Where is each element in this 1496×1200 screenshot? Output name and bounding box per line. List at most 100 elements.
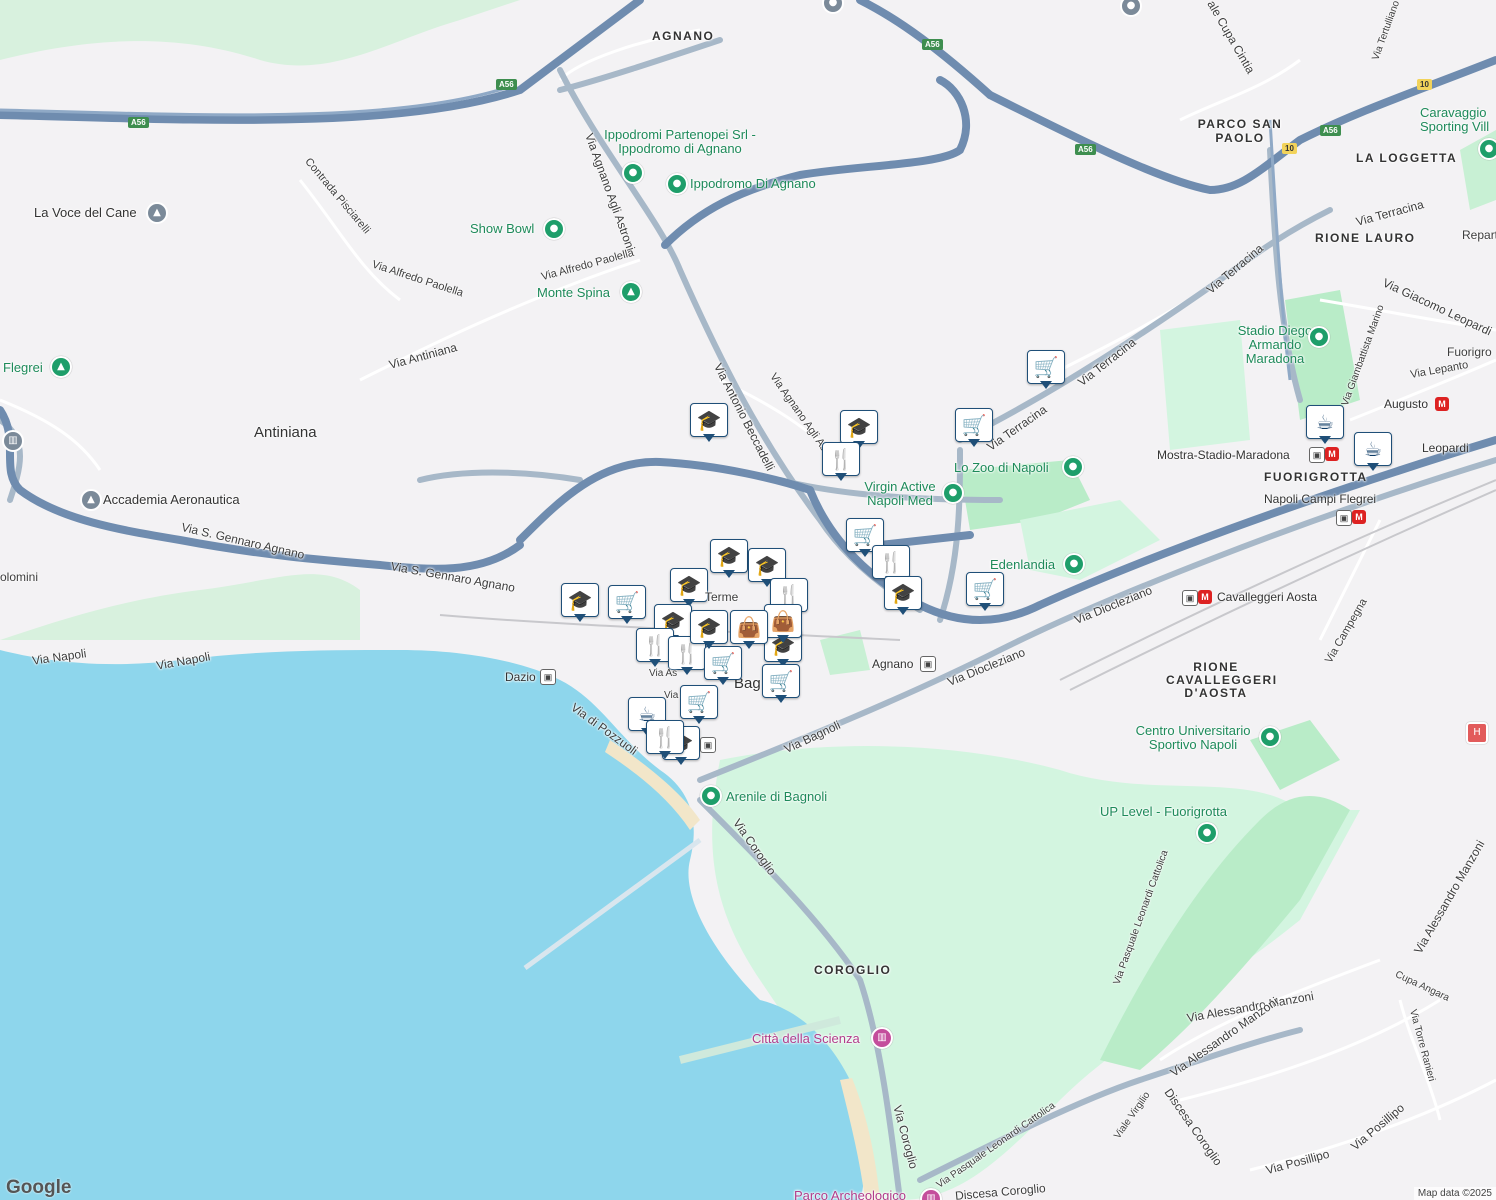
poi-label[interactable]: Caravaggio Sporting Vill (1420, 106, 1496, 134)
poi-label[interactable]: Centro Universitario Sportivo Napoli (1128, 724, 1258, 752)
mountain-icon[interactable]: ▲ (50, 356, 72, 378)
district-label: RIONE LAURO (1315, 231, 1416, 245)
map-pin[interactable]: 🛒 (966, 572, 1004, 612)
poi-marker-icon[interactable]: ● (543, 218, 565, 240)
map-pin[interactable]: 🛒 (704, 646, 742, 686)
station-label[interactable]: Leopardi (1422, 441, 1469, 455)
cafe-icon: ☕ (1306, 405, 1344, 439)
station-label[interactable]: Cavalleggeri Aosta (1217, 590, 1317, 604)
road-label: Via (664, 690, 679, 701)
station-label[interactable]: Dazio (505, 670, 536, 684)
poi-label[interactable]: Accademia Aeronautica (103, 492, 240, 507)
grocery-icon: 🛒 (704, 646, 742, 680)
poi-marker-icon[interactable]: ● (622, 162, 644, 184)
map-pin[interactable]: ☕ (1306, 405, 1344, 445)
museum-icon[interactable]: ▥ (871, 1027, 893, 1049)
school-icon: 🎓 (690, 403, 728, 437)
map-pin[interactable]: 🛒 (680, 685, 718, 725)
map-pin[interactable]: 🎓 (690, 610, 728, 650)
train-station-icon[interactable]: ▣ (1182, 590, 1198, 606)
highway-shield: A56 (128, 117, 149, 128)
train-station-icon[interactable]: ▣ (540, 669, 556, 685)
poi-label[interactable]: Parco Archeologico (794, 1188, 906, 1200)
map-pin[interactable]: 🛒 (1027, 350, 1065, 390)
station-label[interactable]: Napoli Campi Flegrei (1264, 492, 1376, 506)
map-pin[interactable]: 🎓 (561, 583, 599, 623)
train-station-icon[interactable]: ▣ (920, 656, 936, 672)
town-label: Antiniana (254, 424, 317, 441)
train-station-icon[interactable]: ▣ (700, 737, 716, 753)
district-label: PARCO SAN PAOLO (1197, 117, 1283, 145)
metro-icon[interactable]: M (1325, 447, 1339, 461)
road-label: Terme (705, 590, 739, 604)
map-pin[interactable]: 🛒 (955, 408, 993, 448)
poi-label[interactable]: Monte Spina (537, 285, 610, 300)
poi-marker-icon[interactable]: ● (700, 785, 722, 807)
district-label: COROGLIO (814, 963, 892, 977)
highway-shield: 10 (1282, 143, 1297, 154)
school-icon: 🎓 (690, 610, 728, 644)
hospital-icon[interactable]: H (1466, 722, 1488, 744)
station-label[interactable]: Agnano (872, 657, 913, 671)
map-attribution[interactable]: Map data ©2025 (1413, 1187, 1496, 1200)
district-label: RIONE CAVALLEGGERI D'AOSTA (1166, 660, 1278, 700)
map-pin[interactable]: 🍴 (822, 442, 860, 482)
poi-label[interactable]: Ippodromo Di Agnano (690, 176, 816, 191)
map-pin[interactable]: 👜 (730, 610, 768, 650)
poi-label[interactable]: Lo Zoo di Napoli (954, 460, 1049, 475)
poi-marker-icon[interactable]: ● (1478, 138, 1496, 160)
restaurant-icon: 🍴 (646, 720, 684, 754)
poi-label[interactable]: Città della Scienza (752, 1031, 860, 1046)
poi-label[interactable]: Flegrei (3, 360, 43, 375)
highway-shield: A56 (1320, 125, 1341, 136)
map-pin[interactable]: 🎓 (884, 576, 922, 616)
poi-label[interactable]: Show Bowl (470, 221, 534, 236)
poi-marker-icon[interactable]: ● (1196, 822, 1218, 844)
shopping-icon: 👜 (764, 604, 802, 638)
train-station-icon[interactable]: ▣ (1336, 510, 1352, 526)
map-pin[interactable]: 🎓 (690, 403, 728, 443)
train-station-icon[interactable]: ▣ (1309, 447, 1325, 463)
highway-shield: 10 (1417, 79, 1432, 90)
map-canvas[interactable]: AGNANO PARCO SAN PAOLO LA LOGGETTA RIONE… (0, 0, 1496, 1200)
highway-shield: A56 (1075, 144, 1096, 155)
poi-label[interactable]: Virgin Active Napoli Med (860, 480, 940, 508)
metro-icon[interactable]: M (1352, 510, 1366, 524)
cafe-icon: ☕ (1354, 432, 1392, 466)
map-pin[interactable]: 🎓 (710, 539, 748, 579)
stadium-icon[interactable]: ● (1308, 326, 1330, 348)
school-marker-icon[interactable]: ▲ (146, 202, 168, 224)
school-icon: 🎓 (561, 583, 599, 617)
grocery-icon: 🛒 (762, 664, 800, 698)
poi-label[interactable]: UP Level - Fuorigrotta (1100, 804, 1227, 819)
map-pin[interactable]: 🛒 (608, 585, 646, 625)
map-pin[interactable]: 🛒 (762, 664, 800, 704)
poi-marker-icon[interactable]: ● (1063, 553, 1085, 575)
poi-marker-icon[interactable]: ● (1259, 726, 1281, 748)
station-label[interactable]: Augusto (1384, 397, 1428, 411)
school-icon: 🎓 (670, 568, 708, 602)
school-marker-icon[interactable]: ▲ (80, 489, 102, 511)
metro-icon[interactable]: M (1198, 590, 1212, 604)
school-icon: 🎓 (710, 539, 748, 573)
poi-marker-icon[interactable]: ● (666, 173, 688, 195)
school-icon: 🎓 (748, 548, 786, 582)
metro-icon[interactable]: M (1435, 397, 1449, 411)
poi-label[interactable]: Arenile di Bagnoli (726, 789, 827, 804)
poi-label[interactable]: Ippodromi Partenopei Srl - Ippodromo di … (600, 128, 760, 156)
mountain-icon[interactable]: ▲ (620, 281, 642, 303)
highway-shield: A56 (922, 39, 943, 50)
zoo-icon[interactable]: ● (1062, 456, 1084, 478)
grocery-icon: 🛒 (608, 585, 646, 619)
poi-label[interactable]: Edenlandia (990, 557, 1055, 572)
map-pin[interactable]: ☕ (1354, 432, 1392, 472)
map-pin[interactable]: 🍴 (646, 720, 684, 760)
poi-marker-icon[interactable]: ● (942, 482, 964, 504)
highway-shield: A56 (496, 79, 517, 90)
museum-icon[interactable]: ▥ (2, 430, 24, 452)
poi-label[interactable]: La Voce del Cane (34, 205, 137, 220)
map-pin[interactable]: 🎓 (670, 568, 708, 608)
map-pin[interactable]: 👜 (764, 604, 802, 644)
station-label[interactable]: Mostra-Stadio-Maradona (1157, 448, 1290, 462)
grocery-icon: 🛒 (1027, 350, 1065, 384)
